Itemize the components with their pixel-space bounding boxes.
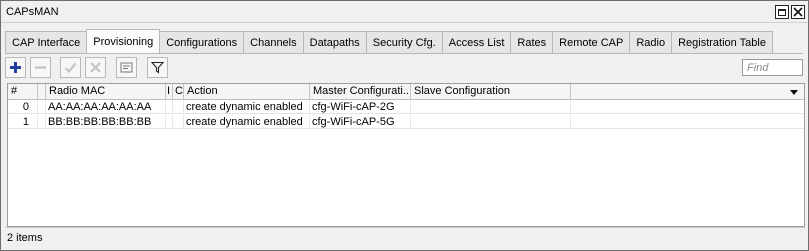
tab-provisioning[interactable]: Provisioning: [86, 29, 161, 53]
tab-cap-interface[interactable]: CAP Interface: [5, 31, 88, 53]
add-icon: [10, 62, 21, 73]
column-menu-icon[interactable]: [789, 87, 799, 97]
provisioning-table: # Radio MAC I C Action Master Configurat…: [7, 83, 805, 227]
capsman-window: CAPsMAN CAP Interface Provisioning Confi…: [0, 0, 809, 251]
tab-configurations[interactable]: Configurations: [159, 31, 245, 53]
tab-datapaths[interactable]: Datapaths: [302, 31, 367, 53]
row-action: create dynamic enabled: [184, 115, 310, 129]
col-flags[interactable]: [38, 84, 46, 100]
enable-button[interactable]: [60, 57, 81, 78]
col-action[interactable]: Action: [184, 84, 310, 100]
row-i: [166, 100, 173, 114]
col-radio-mac[interactable]: Radio MAC: [46, 84, 166, 100]
enable-icon: [64, 62, 77, 74]
close-icon: [793, 7, 803, 17]
add-button[interactable]: [5, 57, 26, 78]
row-action: create dynamic enabled: [184, 100, 310, 114]
row-radio-mac: AA:AA:AA:AA:AA:AA: [46, 100, 166, 114]
col-master-configuration[interactable]: Master Configurati...: [310, 84, 411, 100]
comment-icon: [120, 62, 133, 73]
tab-channels[interactable]: Channels: [243, 31, 304, 53]
tab-access-list[interactable]: Access List: [441, 31, 512, 53]
row-master-configuration: cfg-WiFi-cAP-2G: [310, 100, 411, 114]
maximize-button[interactable]: [775, 5, 789, 19]
row-flags: [38, 115, 46, 129]
table-row[interactable]: 1 BB:BB:BB:BB:BB:BB create dynamic enabl…: [8, 115, 804, 129]
tab-bar: CAP Interface Provisioning Configuration…: [5, 29, 773, 53]
row-i: [166, 115, 173, 129]
status-bar: 2 items: [5, 227, 805, 247]
row-number: 1: [8, 115, 38, 129]
tab-registration-table[interactable]: Registration Table: [671, 31, 773, 53]
item-count: 2 items: [7, 232, 43, 244]
tab-security-cfg[interactable]: Security Cfg.: [365, 31, 443, 53]
close-button[interactable]: [791, 5, 805, 19]
col-slave-configuration[interactable]: Slave Configuration: [411, 84, 571, 100]
row-flags: [38, 100, 46, 114]
row-c: [173, 115, 184, 129]
comment-button[interactable]: [116, 57, 137, 78]
window-title: CAPsMAN: [6, 6, 59, 18]
col-i[interactable]: I: [166, 84, 173, 100]
title-bar[interactable]: CAPsMAN: [1, 1, 808, 23]
filter-icon: [151, 61, 164, 74]
remove-button[interactable]: [30, 57, 51, 78]
find-input[interactable]: [742, 59, 803, 76]
row-radio-mac: BB:BB:BB:BB:BB:BB: [46, 115, 166, 129]
filter-button[interactable]: [147, 57, 168, 78]
table-row[interactable]: 0 AA:AA:AA:AA:AA:AA create dynamic enabl…: [8, 100, 804, 114]
maximize-icon: [778, 8, 786, 16]
row-number: 0: [8, 100, 38, 114]
tab-radio[interactable]: Radio: [629, 31, 673, 53]
row-c: [173, 100, 184, 114]
tab-rates[interactable]: Rates: [510, 31, 554, 53]
tab-divider: [5, 53, 803, 54]
row-master-configuration: cfg-WiFi-cAP-5G: [310, 115, 411, 129]
tab-remote-cap[interactable]: Remote CAP: [552, 31, 631, 53]
row-slave-configuration: [411, 100, 571, 114]
disable-button[interactable]: [85, 57, 106, 78]
remove-icon: [35, 66, 46, 69]
table-header: # Radio MAC I C Action Master Configurat…: [8, 84, 804, 100]
row-slave-configuration: [411, 115, 571, 129]
col-number[interactable]: #: [8, 84, 38, 100]
disable-icon: [90, 62, 101, 73]
col-c[interactable]: C: [173, 84, 184, 100]
toolbar: [5, 57, 805, 79]
